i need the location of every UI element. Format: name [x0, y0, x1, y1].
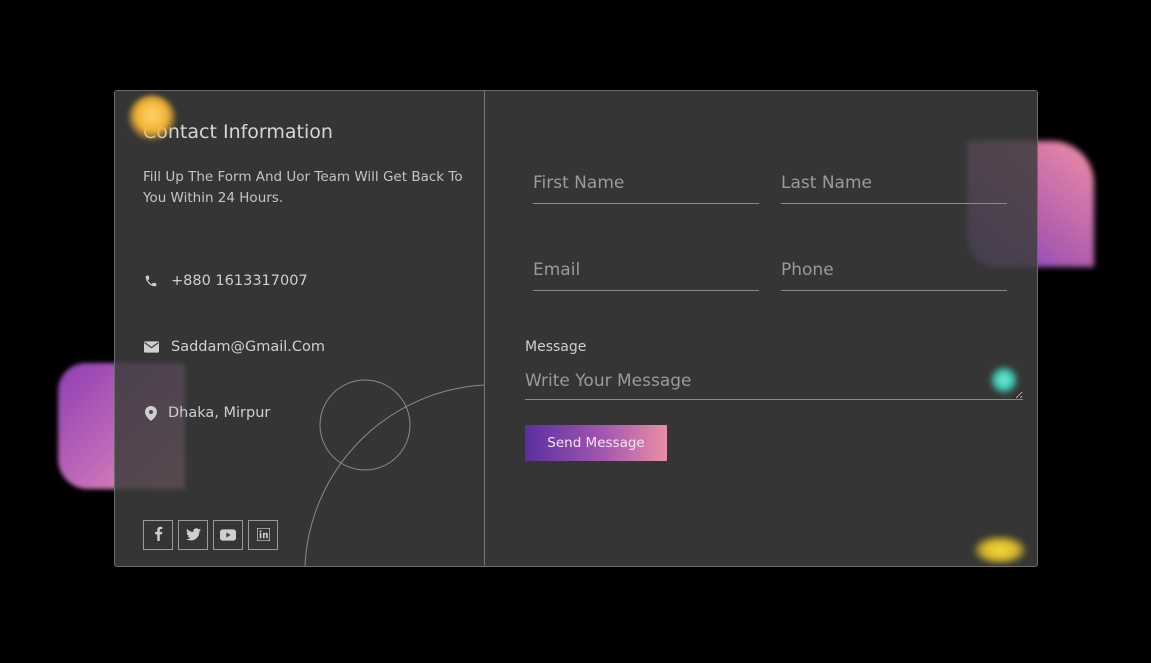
location-info: Dhaka, Mirpur: [143, 405, 270, 421]
linkedin-link[interactable]: [248, 520, 278, 550]
phone-text: +880 1613317007: [171, 273, 308, 289]
phone-input[interactable]: [781, 260, 1007, 291]
email-info: Saddam@Gmail.Com: [143, 339, 325, 355]
last-name-input[interactable]: [781, 173, 1007, 204]
youtube-link[interactable]: [213, 520, 243, 550]
first-name-input[interactable]: [533, 173, 759, 204]
decorative-circles: [304, 379, 484, 566]
message-textarea[interactable]: [525, 371, 1023, 400]
social-links: [143, 520, 278, 550]
contact-form: Message Send Message: [485, 91, 1037, 566]
decorative-teal-orb: [990, 366, 1018, 394]
decorative-yellow-orb: [974, 536, 1026, 564]
email-text: Saddam@Gmail.Com: [171, 339, 326, 355]
twitter-link[interactable]: [178, 520, 208, 550]
phone-info: +880 1613317007: [143, 273, 308, 289]
message-label: Message: [525, 339, 587, 355]
contact-info-panel: Contact Information Fill Up The Form And…: [115, 91, 485, 566]
linkedin-icon: [255, 526, 271, 545]
location-text: Dhaka, Mirpur: [168, 405, 271, 421]
map-pin-icon: [143, 405, 159, 421]
contact-subtitle: Fill Up The Form And Uor Team Will Get B…: [143, 169, 463, 206]
phone-icon: [143, 274, 159, 288]
send-message-button[interactable]: Send Message: [525, 425, 667, 461]
email-input[interactable]: [533, 260, 759, 291]
contact-card: Contact Information Fill Up The Form And…: [114, 90, 1038, 567]
decorative-gold-orb: [128, 95, 176, 141]
youtube-icon: [220, 526, 236, 545]
facebook-icon: [154, 526, 163, 545]
envelope-icon: [143, 341, 159, 353]
twitter-icon: [185, 526, 201, 545]
facebook-link[interactable]: [143, 520, 173, 550]
